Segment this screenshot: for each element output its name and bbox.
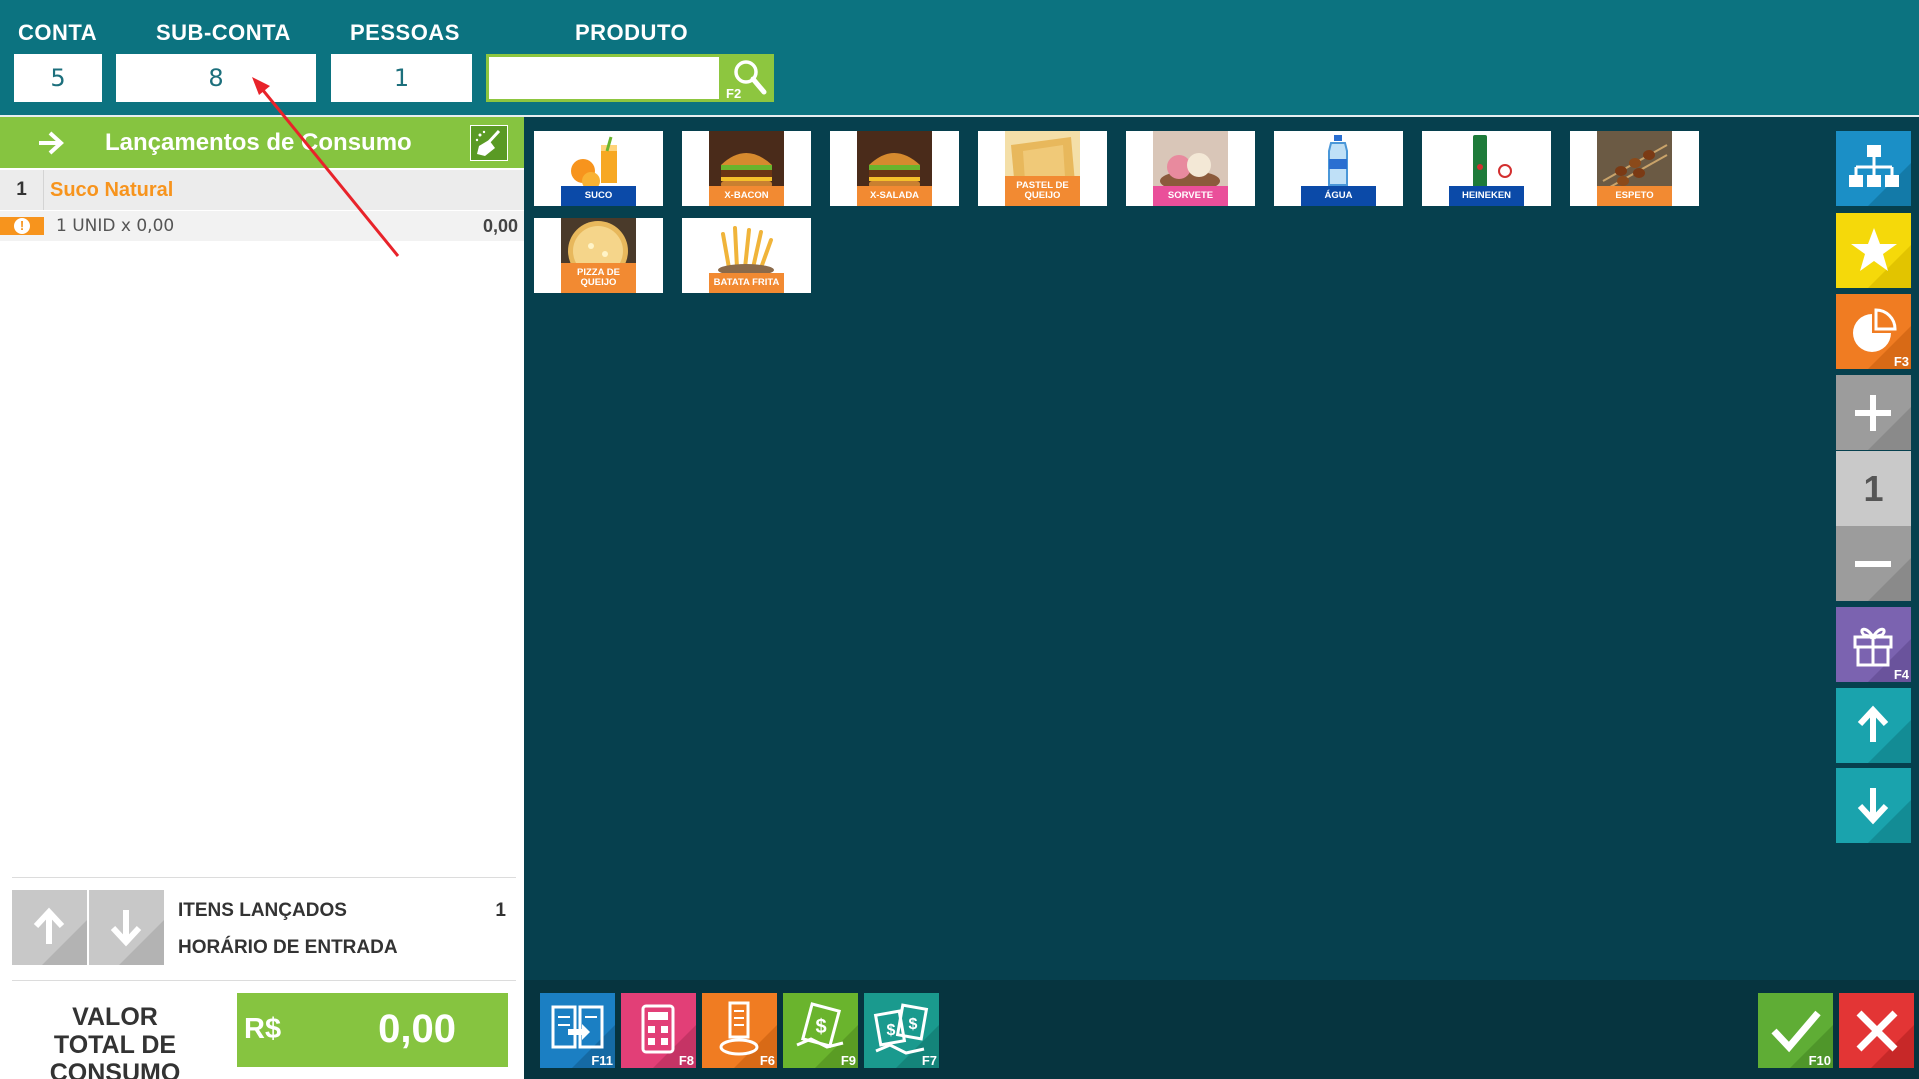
payment-fkey: F9: [840, 1053, 856, 1068]
product-tile[interactable]: SORVETE: [1126, 131, 1255, 206]
conta-label: CONTA: [18, 20, 98, 45]
svg-text:$: $: [815, 1016, 826, 1038]
gift-button[interactable]: F4: [1836, 607, 1911, 682]
transfer-fkey: F11: [591, 1053, 613, 1068]
product-tile[interactable]: ÁGUA: [1274, 131, 1403, 206]
conta-field[interactable]: 5: [14, 54, 102, 102]
item-number: 1: [0, 170, 44, 210]
item-quantity: 1 UNID x 0,00: [56, 216, 175, 236]
partial-fkey: F3: [1893, 354, 1909, 369]
minus-icon: [1855, 558, 1911, 601]
total-box: R$ 0,00: [237, 993, 508, 1067]
clear-button[interactable]: [470, 125, 508, 161]
product-label: BATATA FRITA: [709, 273, 784, 293]
split-payment-button[interactable]: $ $ F7: [864, 993, 939, 1068]
payment-button[interactable]: $ F9: [783, 993, 858, 1068]
itens-label: ITENS LANÇADOS: [178, 900, 347, 921]
product-label: X-SALADA: [857, 186, 932, 206]
scroll-down-button[interactable]: [89, 890, 164, 965]
categories-button[interactable]: [1836, 131, 1911, 206]
arrow-right-icon[interactable]: [36, 129, 66, 157]
warning-icon: !: [0, 217, 44, 235]
itens-value: 1: [495, 900, 506, 921]
pessoas-label: PESSOAS: [350, 20, 460, 45]
currency-symbol: R$: [244, 1013, 282, 1045]
arrow-up-icon: [1857, 705, 1911, 763]
svg-text:$: $: [909, 1016, 918, 1033]
product-label: SORVETE: [1153, 186, 1228, 206]
scroll-down-products-button[interactable]: [1836, 768, 1911, 843]
arrow-down-icon: [1857, 788, 1911, 843]
minus-button[interactable]: [1836, 526, 1911, 601]
scroll-up-products-button[interactable]: [1836, 688, 1911, 763]
product-label: SUCO: [561, 186, 636, 206]
total-label: VALOR TOTAL DE CONSUMO: [49, 1003, 181, 1079]
list-item[interactable]: 1 Suco Natural: [0, 170, 524, 210]
gift-fkey: F4: [1893, 667, 1909, 682]
plus-icon: [1855, 395, 1911, 450]
cancel-button[interactable]: [1839, 993, 1914, 1068]
star-icon: [1851, 228, 1911, 288]
product-label: ÁGUA: [1301, 186, 1376, 206]
horario-label: HORÁRIO DE ENTRADA: [178, 937, 398, 958]
subconta-field[interactable]: 8: [116, 54, 316, 102]
product-tile[interactable]: X-BACON: [682, 131, 811, 206]
product-label: HEINEKEN: [1449, 186, 1524, 206]
product-label: ESPETO: [1597, 186, 1672, 206]
confirm-fkey: F10: [1808, 1053, 1831, 1068]
subconta-label: SUB-CONTA: [156, 20, 291, 45]
product-label: X-BACON: [709, 186, 784, 206]
product-tile[interactable]: PASTEL DE QUEIJO: [978, 131, 1107, 206]
top-bar: CONTA SUB-CONTA PESSOAS PRODUTO 5 8 1 F2: [0, 0, 1919, 117]
svg-text:$: $: [887, 1022, 896, 1039]
quantity-display: 1: [1836, 451, 1911, 526]
item-detail: ! 1 UNID x 0,00 0,00: [0, 211, 524, 241]
scroll-up-button[interactable]: [12, 890, 87, 965]
search-button[interactable]: F2: [722, 54, 774, 102]
close-icon: [1856, 1010, 1914, 1068]
produto-search-input[interactable]: [486, 54, 722, 102]
item-value: 0,00: [482, 216, 518, 236]
hierarchy-icon: [1849, 145, 1911, 206]
calculator-button[interactable]: F8: [621, 993, 696, 1068]
product-tile[interactable]: SUCO: [534, 131, 663, 206]
product-tile[interactable]: PIZZA DE QUEIJO: [534, 218, 663, 293]
product-tile[interactable]: HEINEKEN: [1422, 131, 1551, 206]
broom-icon: [475, 129, 501, 156]
item-name: Suco Natural: [50, 179, 174, 201]
product-tile[interactable]: ESPETO: [1570, 131, 1699, 206]
arrow-up-icon: [33, 907, 87, 965]
partial-button[interactable]: F3: [1836, 294, 1911, 369]
search-fkey: F2: [726, 86, 742, 101]
product-tile[interactable]: X-SALADA: [830, 131, 959, 206]
produto-label: PRODUTO: [575, 20, 689, 45]
product-tile[interactable]: BATATA FRITA: [682, 218, 811, 293]
receipt-fkey: F6: [759, 1053, 775, 1068]
consumption-title: Lançamentos de Consumo: [105, 129, 412, 156]
total-amount: 0,00: [378, 1007, 456, 1051]
consumption-header: Lançamentos de Consumo: [0, 117, 524, 168]
pessoas-field[interactable]: 1: [331, 54, 472, 102]
consumption-panel: Lançamentos de Consumo 1 Suco Natural ! …: [0, 117, 524, 1079]
product-label: PASTEL DE QUEIJO: [1005, 176, 1080, 206]
favorites-button[interactable]: [1836, 213, 1911, 288]
receipt-button[interactable]: F6: [702, 993, 777, 1068]
split-payment-fkey: F7: [921, 1053, 937, 1068]
confirm-button[interactable]: F10: [1758, 993, 1833, 1068]
product-label: PIZZA DE QUEIJO: [561, 263, 636, 293]
transfer-button[interactable]: F11: [540, 993, 615, 1068]
arrow-down-icon: [110, 910, 164, 965]
plus-button[interactable]: [1836, 375, 1911, 450]
calculator-fkey: F8: [678, 1053, 694, 1068]
stats-section: ITENS LANÇADOS 1 HORÁRIO DE ENTRADA: [12, 877, 516, 981]
